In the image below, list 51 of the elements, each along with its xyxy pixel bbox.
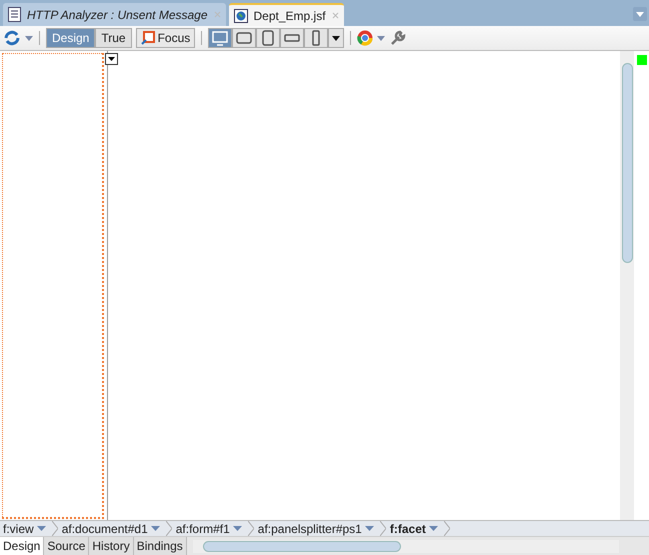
caret-icon (428, 526, 438, 531)
caret-icon (36, 526, 46, 531)
scrollbar-thumb[interactable] (622, 63, 632, 263)
facet-menu-button[interactable] (105, 53, 118, 65)
caret-icon (108, 57, 115, 61)
focus-icon (140, 31, 155, 45)
tab-list-button[interactable] (633, 7, 647, 21)
scrollbar-thumb[interactable] (202, 540, 401, 552)
vertical-scrollbar[interactable] (620, 51, 634, 520)
chevron-icon (166, 521, 172, 536)
tab-label: HTTP Analyzer : Unsent Message (27, 6, 208, 24)
view-tab[interactable]: History (89, 536, 134, 555)
caret-icon (150, 526, 160, 531)
refresh-icon[interactable] (3, 29, 21, 47)
view-tab[interactable]: Source (44, 536, 90, 555)
close-icon[interactable] (332, 12, 339, 19)
globe-icon (234, 8, 248, 22)
view-tab[interactable]: Bindings (134, 536, 187, 555)
breadcrumb-item[interactable]: af:panelsplitter#ps1 (258, 520, 380, 538)
caret-icon (364, 526, 374, 531)
document-icon (8, 7, 21, 22)
caret-icon (332, 36, 340, 40)
breadcrumb-item[interactable]: af:form#f1 (176, 520, 248, 538)
focus-button[interactable]: Focus (136, 28, 196, 48)
wrench-icon[interactable] (389, 29, 408, 47)
chevron-icon (444, 521, 450, 536)
device-button[interactable] (256, 28, 280, 48)
device-button[interactable] (304, 28, 328, 48)
tab-label: Dept_Emp.jsf (254, 8, 326, 24)
caret-icon (232, 526, 242, 531)
device-menu-button[interactable] (328, 28, 344, 48)
chevron-icon (248, 521, 254, 536)
device-button[interactable] (280, 28, 304, 48)
breadcrumb-item[interactable]: af:document#d1 (62, 520, 166, 538)
device-button[interactable] (208, 28, 232, 48)
breadcrumb-item[interactable]: f:view (3, 520, 52, 538)
mode-button[interactable]: True (95, 28, 132, 48)
chevron-icon (52, 521, 58, 536)
horizontal-scrollbar[interactable] (192, 540, 619, 552)
browser-icon[interactable] (357, 30, 374, 46)
caret-icon[interactable] (25, 36, 33, 40)
view-tab[interactable]: Design (0, 536, 44, 555)
editor-tab[interactable]: Dept_Emp.jsf (228, 3, 344, 26)
status-square-icon (636, 55, 646, 65)
monitor-icon (211, 29, 230, 47)
editor-tab[interactable]: HTTP Analyzer : Unsent Message (3, 3, 226, 26)
breadcrumb-item[interactable]: f:facet (390, 520, 444, 538)
caret-icon (636, 12, 644, 16)
caret-icon[interactable] (377, 36, 386, 40)
device-button[interactable] (232, 28, 256, 48)
chevron-icon (380, 521, 386, 536)
